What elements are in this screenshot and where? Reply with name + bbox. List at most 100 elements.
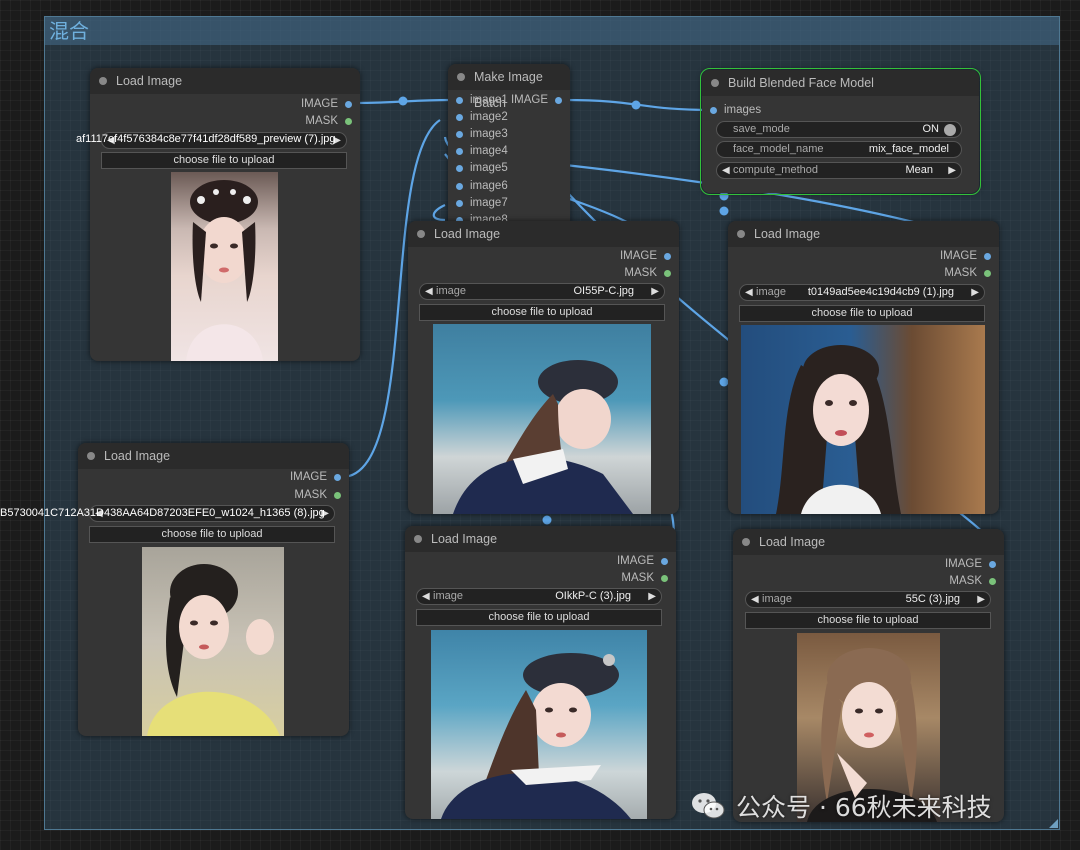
output-image[interactable]: IMAGE [940,248,991,264]
output-socket[interactable] [984,269,991,277]
node-title-text: Load Image [431,532,498,546]
arrow-left-icon[interactable]: ◀ [422,589,430,604]
output-socket[interactable] [664,252,671,260]
build-blended-face-model-node[interactable]: Build Blended Face Model images save_mod… [700,68,981,195]
watermark-text: 公众号 · 66秋未来科技 [736,793,992,822]
arrow-left-icon[interactable]: ◀ [751,592,759,607]
load-image-node-2[interactable]: Load Image IMAGE MASK ◀ image OI55P-C.jp… [408,221,679,514]
arrow-right-icon[interactable]: ▶ [971,285,979,300]
output-socket[interactable] [334,473,341,481]
input-socket[interactable] [710,106,717,114]
toggle-knob-icon[interactable] [944,123,956,136]
node-title[interactable]: Load Image [408,221,679,247]
load-image-node-1[interactable]: Load Image IMAGE MASK ◀ ▶ choose file to… [90,68,360,361]
node-title[interactable]: Build Blended Face Model [702,70,979,96]
load-image-node-5[interactable]: Load Image IMAGE MASK ◀ image OIkkP-C (3… [405,526,676,819]
input-image5[interactable]: image5 [456,160,508,176]
input-socket[interactable] [456,164,463,172]
output-socket[interactable] [664,269,671,277]
image-select-widget[interactable]: ◀ image 55C (3).jpg ▶ [745,591,991,608]
node-title[interactable]: Load Image [733,529,1004,555]
output-socket[interactable] [661,557,668,565]
image-select-widget[interactable]: ◀ image OI55P-C.jpg ▶ [419,283,665,300]
arrow-right-icon[interactable]: ▶ [977,592,985,607]
output-socket[interactable] [989,577,996,585]
output-mask[interactable]: MASK [621,570,668,586]
output-label: IMAGE [616,555,654,567]
arrow-left-icon[interactable]: ◀ [745,285,753,300]
output-socket[interactable] [661,574,668,582]
output-socket[interactable] [555,96,562,104]
input-socket[interactable] [456,113,463,121]
make-image-batch-node[interactable]: Make Image Batch image1 image2 image3 im… [448,64,570,232]
arrow-right-icon[interactable]: ▶ [651,284,659,299]
node-title[interactable]: Make Image Batch [448,64,570,110]
load-image-node-3[interactable]: Load Image IMAGE MASK ◀ image t0149ad5ee… [728,221,999,514]
output-mask[interactable]: MASK [949,573,996,589]
collapse-dot[interactable] [457,73,465,81]
output-label: MASK [294,489,327,501]
widget-value: Mean [905,164,933,176]
input-image4[interactable]: image4 [456,143,508,159]
input-image2[interactable]: image2 [456,109,508,125]
input-image1[interactable]: image1 [456,92,508,108]
upload-button[interactable]: choose file to upload [739,305,985,322]
output-label: IMAGE [510,94,548,106]
node-title[interactable]: Load Image [405,526,676,552]
input-socket[interactable] [456,96,463,104]
compute-method-select[interactable]: ◀ compute_method Mean ▶ [716,162,962,179]
arrow-left-icon[interactable]: ◀ [722,163,730,178]
output-socket[interactable] [345,117,352,125]
node-title[interactable]: Load Image [90,68,360,94]
output-socket[interactable] [345,100,352,108]
output-image[interactable]: IMAGE [620,248,671,264]
output-socket[interactable] [334,491,341,499]
node-title-text: Load Image [754,227,821,241]
input-socket[interactable] [456,182,463,190]
collapse-dot[interactable] [414,535,422,543]
arrow-right-icon[interactable]: ▶ [948,163,956,178]
upload-button[interactable]: choose file to upload [89,526,335,543]
image-select-widget[interactable]: ◀ image OIkkP-C (3).jpg ▶ [416,588,662,605]
collapse-dot[interactable] [99,77,107,85]
collapse-dot[interactable] [87,452,95,460]
upload-button[interactable]: choose file to upload [101,152,347,169]
group-resize-handle[interactable] [1049,819,1058,828]
face-model-name-field[interactable]: face_model_name mix_face_model [716,141,962,158]
input-socket[interactable] [456,130,463,138]
save-mode-toggle[interactable]: save_mode ON [716,121,962,138]
output-socket[interactable] [989,560,996,568]
input-socket[interactable] [456,147,463,155]
node-title[interactable]: Load Image [78,443,349,469]
output-image[interactable]: IMAGE [301,96,352,112]
input-socket[interactable] [456,199,463,207]
load-image-node-6[interactable]: Load Image IMAGE MASK ◀ image 55C (3).jp… [733,529,1004,822]
output-image[interactable]: IMAGE [290,469,341,485]
upload-button[interactable]: choose file to upload [416,609,662,626]
output-mask[interactable]: MASK [294,487,341,503]
collapse-dot[interactable] [737,230,745,238]
output-image[interactable]: IMAGE [511,92,562,108]
input-images[interactable]: images [710,102,761,118]
collapse-dot[interactable] [742,538,750,546]
output-socket[interactable] [984,252,991,260]
output-mask[interactable]: MASK [305,113,352,129]
output-image[interactable]: IMAGE [945,556,996,572]
collapse-dot[interactable] [711,79,719,87]
arrow-left-icon[interactable]: ◀ [425,284,433,299]
output-mask[interactable]: MASK [944,265,991,281]
upload-button[interactable]: choose file to upload [745,612,991,629]
arrow-right-icon[interactable]: ▶ [648,589,656,604]
image-select-widget[interactable]: ◀ image t0149ad5ee4c19d4cb9 (1).jpg ▶ [739,284,985,301]
load-image-node-4[interactable]: Load Image IMAGE MASK ◀ ▶ choose file to… [78,443,349,736]
input-image7[interactable]: image7 [456,195,508,211]
output-mask[interactable]: MASK [624,265,671,281]
input-image6[interactable]: image6 [456,178,508,194]
upload-button[interactable]: choose file to upload [419,304,665,321]
group-title[interactable]: 混合 [45,17,1059,45]
portrait-illustration [453,360,633,514]
collapse-dot[interactable] [417,230,425,238]
input-image3[interactable]: image3 [456,126,508,142]
node-title[interactable]: Load Image [728,221,999,247]
output-image[interactable]: IMAGE [617,553,668,569]
